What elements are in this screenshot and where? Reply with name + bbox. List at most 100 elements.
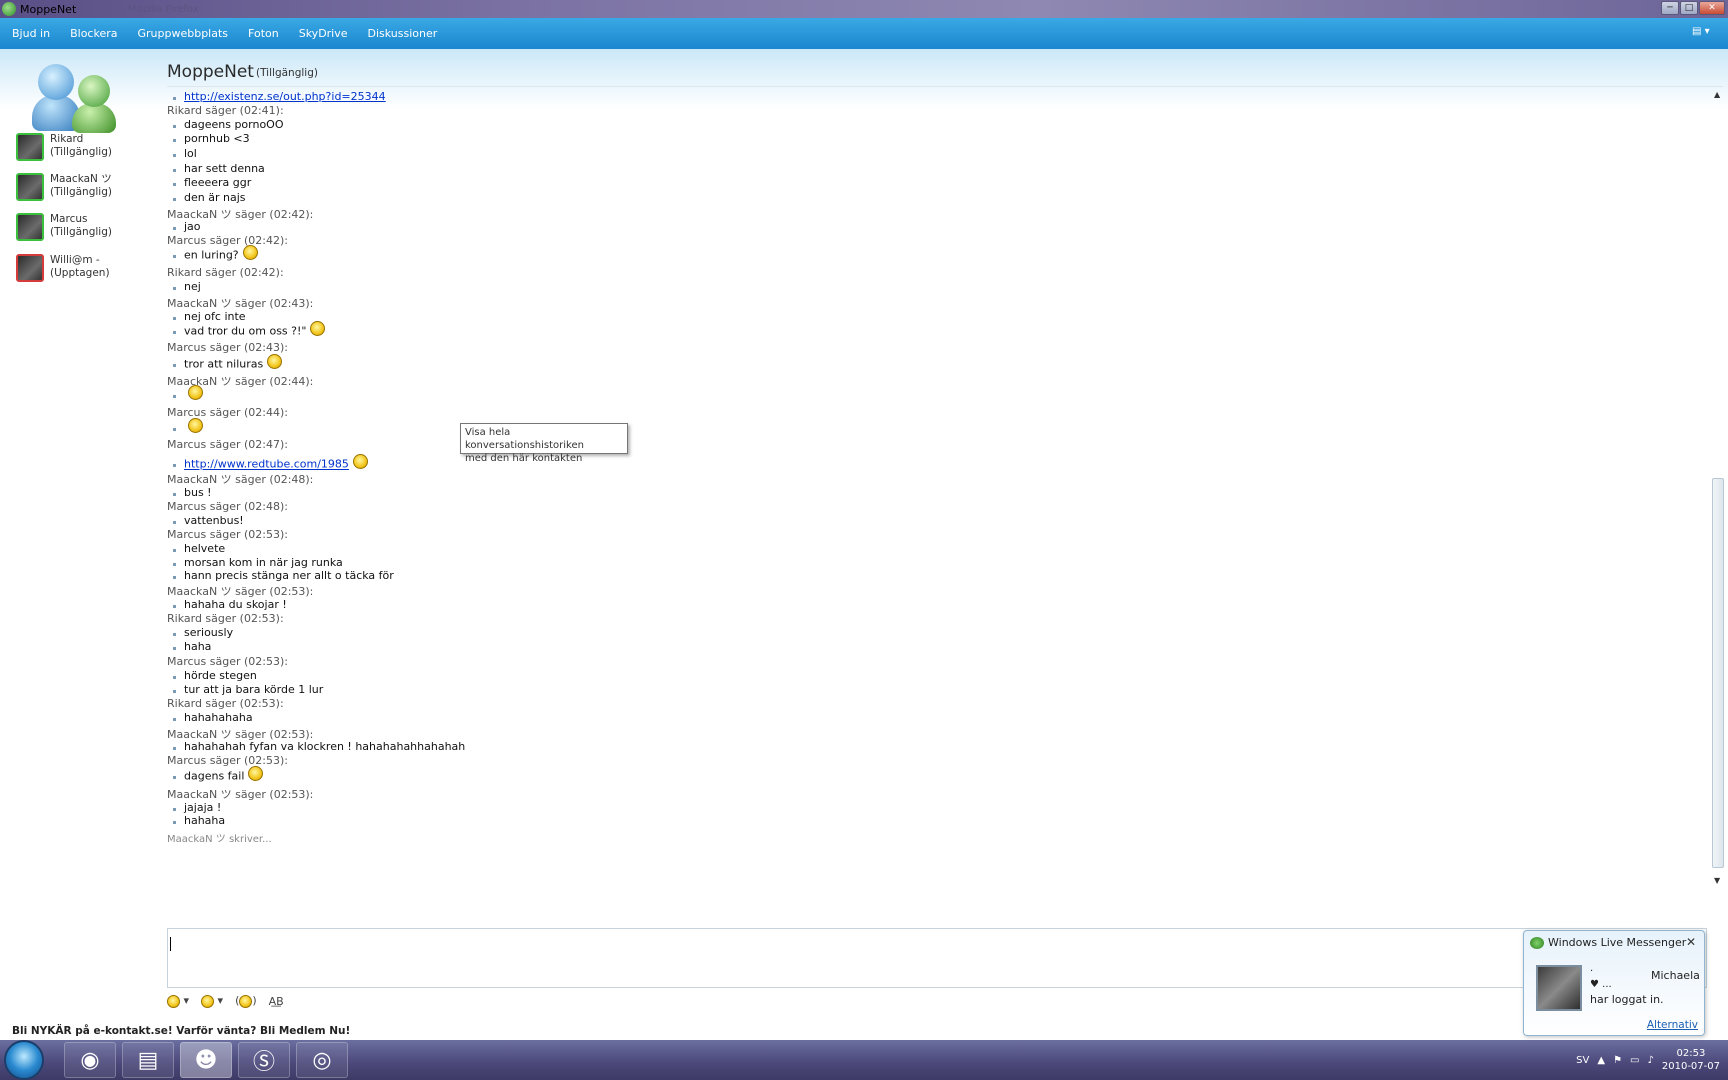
message-input[interactable] (167, 928, 1707, 988)
contact-william[interactable]: Willi@m - (Upptagen) (16, 254, 110, 282)
message-line[interactable]: http://existenz.se/out.php?id=25344 (167, 90, 386, 103)
message-text: tur att ja bara körde 1 lur (184, 683, 324, 696)
message-line: helvete (167, 542, 225, 555)
chat-scrollbar[interactable]: ▲ ▼ (1712, 90, 1724, 920)
message-line: hann precis stänga ner allt o täcka för (167, 569, 394, 582)
sender-label: MaackaN ツ säger (02:48): (167, 473, 314, 486)
skype-icon[interactable]: Ⓢ (238, 1042, 290, 1078)
contact-sidebar: Rikard (Tillgänglig) MaackaN ツ (Tillgängli… (0, 49, 160, 1024)
menu-discussions[interactable]: Diskussioner (368, 27, 438, 40)
tray-arrow-icon[interactable]: ▲ (1597, 1055, 1605, 1066)
grin-emoticon (188, 385, 203, 400)
volume-icon[interactable]: ♪ (1647, 1055, 1653, 1066)
sender-label: MaackaN ツ säger (02:53): (167, 788, 314, 801)
group-avatar-icon (32, 59, 122, 134)
font-button[interactable]: A͟B (269, 995, 284, 1008)
network-icon[interactable]: ▭ (1630, 1055, 1639, 1066)
message-line: vattenbus! (167, 514, 244, 527)
menu-block[interactable]: Blockera (70, 27, 117, 40)
messenger-icon (1530, 936, 1544, 949)
message-text: jao (184, 220, 201, 233)
maximize-button[interactable]: □ (1680, 1, 1698, 15)
winks-button[interactable]: ▾ (201, 994, 223, 1008)
message-text: hahahahah fyfan va klockren ! hahahahahh… (184, 740, 466, 753)
message-line: seriously (167, 626, 233, 639)
menu-skydrive[interactable]: SkyDrive (299, 27, 348, 40)
tooltip-line: Visa hela konversationshistoriken (465, 427, 584, 451)
sender-label: Rikard säger (02:42): (167, 266, 284, 279)
flag-icon[interactable]: ⚑ (1613, 1055, 1622, 1066)
contact-rikard[interactable]: Rikard (Tillgänglig) (16, 133, 112, 161)
firefox-icon[interactable]: ◉ (64, 1042, 116, 1078)
emoticon-icon (167, 994, 180, 1008)
avatar (16, 133, 44, 161)
title-bar: MoppeNet · · · · · Mozilla Firefox ─ □ ✕ (0, 0, 1728, 18)
message-text: vad tror du om oss ?!" (184, 324, 307, 338)
message-text: pornhub <3 (184, 132, 250, 145)
spotify-icon[interactable]: ◎ (296, 1042, 348, 1078)
message-sender: Rikard säger (02:41): (167, 104, 284, 117)
contact-marcus[interactable]: Marcus (Tillgänglig) (16, 213, 112, 241)
options-link[interactable]: Alternativ (1647, 1019, 1698, 1031)
sender-label: Rikard säger (02:53): (167, 612, 284, 625)
message-sender: MaackaN ツ säger (02:53): (167, 786, 313, 802)
conversation-history: http://existenz.se/out.php?id=25344 Rikar… (167, 90, 1707, 920)
message-sender: Marcus säger (02:47): (167, 438, 288, 451)
message-sender: Rikard säger (02:53): (167, 697, 284, 710)
message-text: fleeeera ggr (184, 176, 252, 189)
start-button[interactable] (4, 1040, 44, 1080)
nudge-button[interactable]: () (235, 994, 257, 1008)
wink-emoticon (242, 245, 258, 260)
history-tooltip: Visa hela konversationshistoriken med de… (460, 423, 628, 464)
message-sender: Marcus säger (02:43): (167, 341, 288, 354)
sender-label: Marcus säger (02:44): (167, 406, 288, 419)
settings-menu-icon[interactable]: ▤ ▾ (1692, 26, 1714, 40)
message-line (167, 385, 203, 403)
sender-label: Marcus säger (02:53): (167, 655, 288, 668)
sender-label: Marcus säger (02:47): (167, 438, 288, 451)
contact-status: (Upptagen) (50, 267, 110, 279)
message-text: hahaha du skojar ! (184, 598, 287, 611)
message-line: den är najs (167, 191, 245, 204)
message-text: nej (184, 280, 201, 293)
notification-popup[interactable]: Windows Live Messenger ✕ · ♥ ... Michael… (1523, 930, 1705, 1036)
contact-maackan[interactable]: MaackaN ツ (Tillgänglig) (16, 173, 112, 201)
scroll-up-icon[interactable]: ▲ (1714, 90, 1720, 99)
tooltip-line: med den här kontakten (465, 453, 583, 464)
message-line: pornhub <3 (167, 132, 250, 145)
message-link[interactable]: http://www.redtube.com/1985 (184, 458, 349, 471)
scroll-down-icon[interactable]: ▼ (1714, 876, 1720, 885)
scrollbar-thumb[interactable] (1712, 478, 1724, 868)
message-line: bus ! (167, 486, 212, 499)
wink-icon (201, 994, 215, 1008)
contact-name: Rikard (50, 133, 84, 145)
message-text: seriously (184, 626, 234, 639)
message-line: jao (167, 220, 201, 233)
close-button[interactable]: ✕ (1699, 1, 1725, 15)
language-indicator[interactable]: SV (1576, 1055, 1589, 1066)
message-line: hahahahaha (167, 711, 253, 724)
sender-label: Marcus säger (02:48): (167, 500, 288, 513)
ad-banner[interactable]: Bli NYKÄR på e-kontakt.se! Varför vänta?… (0, 1022, 1728, 1040)
notification-line: · (1590, 966, 1594, 977)
message-line: jajaja ! (167, 801, 221, 814)
conversation-title: MoppeNet (167, 62, 254, 82)
messenger-icon[interactable]: ☻ (180, 1042, 232, 1078)
minimize-button[interactable]: ─ (1661, 1, 1679, 15)
message-link[interactable]: http://existenz.se/out.php?id=25344 (184, 90, 386, 103)
clock[interactable]: 02:53 2010-07-07 (1662, 1047, 1720, 1073)
grin-emoticon (310, 321, 326, 336)
message-text: helvete (184, 542, 226, 555)
explorer-icon[interactable]: ▤ (122, 1042, 174, 1078)
close-icon[interactable]: ✕ (1686, 935, 1696, 949)
window-title-faded: · · · · · Mozilla Firefox (96, 3, 199, 15)
emoticons-button[interactable]: ▾ (167, 994, 189, 1008)
contact-name: MaackaN ツ (50, 173, 112, 185)
menu-invite[interactable]: Bjud in (12, 27, 50, 40)
contact-name: Willi@m - (50, 254, 100, 266)
message-text: hahahahaha (184, 711, 253, 724)
menu-photos[interactable]: Foton (248, 27, 279, 40)
message-text: nej ofc inte (184, 310, 246, 323)
message-line[interactable]: http://www.redtube.com/1985 (167, 454, 368, 472)
menu-group-site[interactable]: Gruppwebbplats (137, 27, 228, 40)
